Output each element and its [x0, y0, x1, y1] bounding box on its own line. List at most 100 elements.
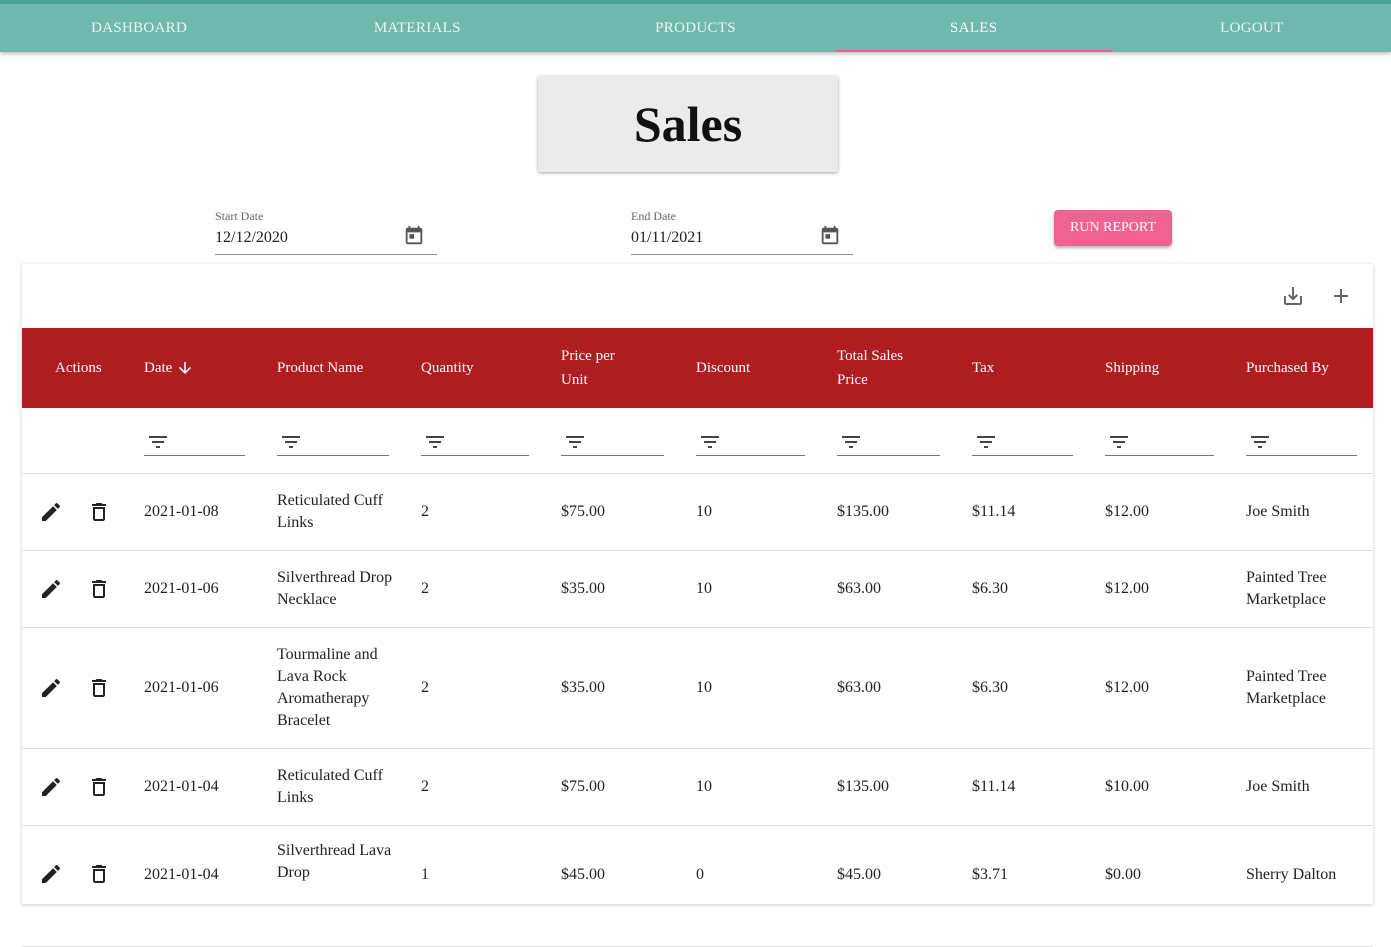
cell-discount: 10	[696, 679, 712, 696]
edit-pencil-icon[interactable]	[39, 775, 63, 799]
column-filter-row	[22, 408, 1373, 474]
cell-product-name: Tourmaline and Lava Rock Aromatherapy Br…	[277, 646, 378, 729]
column-header-product-name[interactable]: Product Name	[277, 328, 397, 408]
table-row: 2021-01-04 Reticulated Cuff Links 2 $75.…	[22, 749, 1373, 826]
start-date-label: Start Date	[215, 209, 264, 223]
column-header-actions: Actions	[55, 360, 102, 376]
filter-icon	[1110, 436, 1128, 448]
cell-tax: $6.30	[972, 679, 1008, 696]
download-icon[interactable]	[1281, 284, 1305, 308]
quantity-filter-input[interactable]	[421, 430, 529, 456]
cell-product-name: Silverthread Drop Necklace	[277, 569, 393, 608]
column-header-purchased-by[interactable]: Purchased By	[1246, 328, 1366, 408]
edit-pencil-icon[interactable]	[39, 676, 63, 700]
cell-quantity: 2	[421, 778, 429, 795]
cell-product-name: Reticulated Cuff Links	[277, 767, 383, 806]
cell-price: $75.00	[561, 778, 605, 795]
cell-price: $75.00	[561, 503, 605, 520]
delete-trash-icon[interactable]	[87, 577, 111, 601]
column-header-shipping[interactable]: Shipping	[1105, 328, 1215, 408]
cell-total: $135.00	[837, 503, 889, 520]
tax-filter-input[interactable]	[972, 430, 1073, 456]
table-row: 2021-01-04 Silverthread Lava Drop 1 $45.…	[22, 826, 1373, 947]
cell-quantity: 1	[421, 866, 429, 883]
edit-pencil-icon[interactable]	[39, 500, 63, 524]
tab-sales[interactable]: SALES	[834, 4, 1114, 52]
cell-discount: 0	[696, 866, 704, 883]
purchased-by-filter-input[interactable]	[1246, 430, 1357, 456]
cell-tax: $11.14	[972, 503, 1016, 520]
cell-shipping: $12.00	[1105, 580, 1149, 597]
cell-total: $63.00	[837, 679, 881, 696]
cell-shipping: $12.00	[1105, 679, 1149, 696]
cell-purchased-by: Painted Tree Marketplace	[1246, 569, 1327, 608]
delete-trash-icon[interactable]	[87, 862, 111, 886]
column-header-label: Date	[144, 360, 173, 376]
tab-logout[interactable]: LOGOUT	[1113, 4, 1391, 52]
product-name-filter-input[interactable]	[277, 430, 389, 456]
cell-tax: $6.30	[972, 580, 1008, 597]
filter-icon	[426, 436, 444, 448]
table-row: 2021-01-06 Tourmaline and Lava Rock Arom…	[22, 628, 1373, 749]
run-report-button[interactable]: RUN REPORT	[1054, 210, 1172, 246]
delete-trash-icon[interactable]	[87, 676, 111, 700]
filter-icon	[977, 436, 995, 448]
cell-total: $45.00	[837, 866, 881, 883]
table-row: 2021-01-08 Reticulated Cuff Links 2 $75.…	[22, 474, 1373, 551]
top-nav: DASHBOARD MATERIALS PRODUCTS SALES LOGOU…	[0, 0, 1391, 52]
page-title: Sales	[633, 96, 743, 152]
discount-filter-input[interactable]	[696, 430, 805, 456]
cell-discount: 10	[696, 580, 712, 597]
column-header-price-per-unit[interactable]: Price per Unit	[561, 328, 633, 408]
column-header-quantity[interactable]: Quantity	[421, 328, 531, 408]
tab-dashboard[interactable]: DASHBOARD	[0, 4, 278, 52]
sales-table-card: Actions Date Product Name Quantity Price…	[22, 264, 1373, 947]
total-filter-input[interactable]	[837, 430, 940, 456]
calendar-icon[interactable]	[403, 225, 425, 247]
price-filter-input[interactable]	[561, 430, 664, 456]
tab-products[interactable]: PRODUCTS	[556, 4, 834, 52]
end-date-label: End Date	[631, 209, 676, 223]
column-header-discount[interactable]: Discount	[696, 328, 806, 408]
cell-price: $45.00	[561, 866, 605, 883]
column-header-tax[interactable]: Tax	[972, 328, 1072, 408]
calendar-icon[interactable]	[819, 225, 841, 247]
start-date-input[interactable]	[215, 229, 395, 247]
cell-date: 2021-01-06	[144, 679, 219, 696]
page-title-card: Sales	[538, 76, 838, 172]
column-header-total-sales-price[interactable]: Total Sales Price	[837, 328, 917, 408]
cell-date: 2021-01-04	[144, 866, 219, 883]
table-header: Actions Date Product Name Quantity Price…	[22, 328, 1373, 408]
filter-icon	[1251, 436, 1269, 448]
cell-product-name: Silverthread Lava Drop	[277, 842, 392, 881]
filter-icon	[149, 436, 167, 448]
date-filter-input[interactable]	[144, 430, 245, 456]
filter-icon	[282, 436, 300, 448]
start-date-field[interactable]: Start Date	[215, 209, 437, 255]
delete-trash-icon[interactable]	[87, 775, 111, 799]
tab-materials[interactable]: MATERIALS	[278, 4, 556, 52]
cell-purchased-by: Painted Tree Marketplace	[1246, 668, 1327, 707]
shipping-filter-input[interactable]	[1105, 430, 1214, 456]
filter-icon	[842, 436, 860, 448]
end-date-field[interactable]: End Date	[631, 209, 853, 255]
cell-total: $135.00	[837, 778, 889, 795]
cell-purchased-by: Joe Smith	[1246, 503, 1310, 520]
plus-icon[interactable]	[1329, 284, 1353, 308]
sort-down-arrow-icon	[179, 362, 192, 374]
delete-trash-icon[interactable]	[87, 500, 111, 524]
end-date-input[interactable]	[631, 229, 811, 247]
column-header-date[interactable]: Date	[144, 328, 254, 408]
cell-discount: 10	[696, 503, 712, 520]
cell-total: $63.00	[837, 580, 881, 597]
cell-quantity: 2	[421, 679, 429, 696]
cell-shipping: $12.00	[1105, 503, 1149, 520]
filter-icon	[566, 436, 584, 448]
cell-shipping: $10.00	[1105, 778, 1149, 795]
cell-shipping: $0.00	[1105, 866, 1141, 883]
edit-pencil-icon[interactable]	[39, 862, 63, 886]
edit-pencil-icon[interactable]	[39, 577, 63, 601]
cell-price: $35.00	[561, 679, 605, 696]
cell-product-name: Reticulated Cuff Links	[277, 492, 383, 531]
cell-price: $35.00	[561, 580, 605, 597]
